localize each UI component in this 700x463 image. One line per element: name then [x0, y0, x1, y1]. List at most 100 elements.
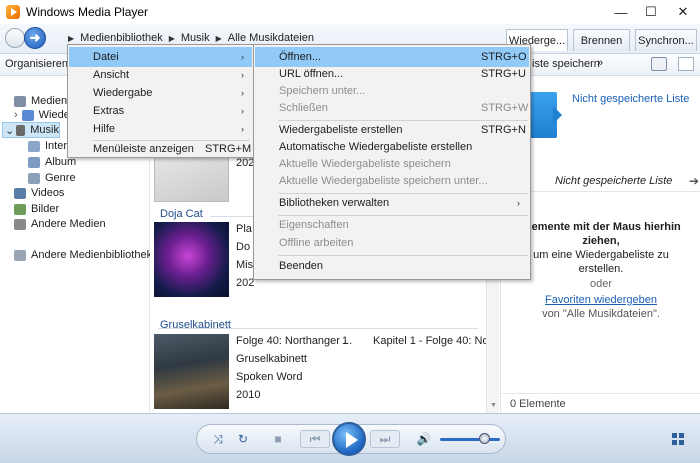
album-cover[interactable] [154, 222, 229, 297]
switch-to-now-playing-icon[interactable] [672, 433, 684, 445]
menu-item-view[interactable]: Ansicht › [69, 65, 252, 85]
breadcrumb-separator-icon: ▶ [68, 33, 75, 43]
album-year: 2010 [236, 389, 261, 401]
submenu-arrow-icon: › [241, 52, 244, 62]
track-number[interactable]: 1 [342, 335, 348, 347]
menu-item-label: Bibliotheken verwalten [279, 197, 390, 209]
breadcrumb-item[interactable]: Medienbibliothek [80, 32, 163, 44]
tree-collapsed-icon[interactable]: › [14, 109, 18, 121]
menu-item-file[interactable]: Datei › [69, 47, 252, 67]
right-arrow-icon[interactable]: ➔ [689, 174, 699, 188]
menu-item-shortcut: STRG+O [481, 51, 527, 63]
menu-item-label: Hilfe [93, 123, 116, 135]
breadcrumb-item[interactable]: Alle Musikdateien [228, 32, 314, 44]
sidebar-item-music[interactable]: ⌄ Musik [2, 122, 60, 138]
group-title: Gruselkabinett [160, 319, 231, 331]
play-favorites-link[interactable]: Favoriten wiedergeben [501, 294, 700, 306]
genre-icon [28, 172, 40, 184]
sidebar-item-videos[interactable]: Videos [14, 185, 64, 201]
album-genre: Mis [236, 259, 254, 271]
album-title: Folge 40: Northanger ... [236, 335, 353, 347]
play-button[interactable] [332, 422, 366, 456]
tab-sync[interactable]: Synchron... [635, 29, 697, 51]
tab-burn[interactable]: Brennen [573, 29, 630, 51]
playback-controls: ⤨ ↻ ■ ⏮ ⏭ 🔊 [0, 413, 700, 463]
volume-slider[interactable] [440, 438, 500, 441]
file-submenu: Öffnen... STRG+O URL öffnen... STRG+U Sp… [253, 44, 531, 280]
menu-item-label: Öffnen... [279, 51, 321, 63]
sidebar-item-label: Bilder [31, 203, 60, 215]
menu-item-label: Extras [93, 105, 125, 117]
menu-item-manage-libraries[interactable]: Bibliotheken verwalten › [255, 193, 529, 213]
menu-item-label: Automatische Wiedergabeliste erstellen [279, 141, 473, 153]
track-title[interactable]: Kapitel 1 - Folge 40: Nor... [373, 335, 486, 347]
organize-button[interactable]: Organisieren [5, 58, 68, 70]
forward-button[interactable]: ➜ [24, 27, 46, 49]
sidebar-item-label: Genre [45, 172, 76, 184]
more-chevron-icon[interactable]: » [597, 57, 603, 69]
submenu-arrow-icon: › [241, 70, 244, 80]
favorites-source: von "Alle Musikdateien". [542, 308, 660, 320]
scroll-down-icon[interactable]: ▼ [490, 402, 497, 409]
sidebar-item-label: Videos [31, 187, 65, 199]
save-list-button[interactable]: iste speichern [532, 58, 600, 70]
menu-item-close[interactable]: Schließen STRG+W [255, 98, 529, 118]
album-year: 202 [236, 277, 255, 289]
menu-item-save-playlist-as[interactable]: Aktuelle Wiedergabeliste speichern unter… [255, 171, 529, 191]
sidebar-item-label: Andere Medien [31, 218, 106, 230]
menu-item-shortcut: STRG+W [481, 102, 529, 114]
menu-item-properties[interactable]: Eigenschaften [255, 215, 529, 235]
breadcrumb-item[interactable]: Musik [181, 32, 210, 44]
menu-item-label: Aktuelle Wiedergabeliste speichern unter… [279, 175, 488, 187]
picture-icon [14, 203, 26, 215]
menu-item-help[interactable]: Hilfe › [69, 119, 252, 139]
minimize-button[interactable]: — [604, 0, 638, 24]
group-title: Doja Cat [160, 208, 203, 220]
menu-item-label: Beenden [279, 260, 324, 272]
close-button[interactable]: ✕ [666, 0, 700, 24]
list-options-icon[interactable] [651, 57, 667, 71]
sidebar-item-genre[interactable]: Genre [28, 170, 76, 186]
forward-arrow-icon: ➜ [29, 30, 41, 45]
menu-item-label: Speichern unter... [279, 85, 366, 97]
back-button[interactable] [5, 28, 25, 48]
submenu-arrow-icon: › [241, 124, 244, 134]
breadcrumb-separator-icon: ▶ [215, 33, 222, 43]
next-icon[interactable]: ⏭ [370, 430, 400, 448]
previous-icon[interactable]: ⏮ [300, 430, 330, 448]
video-icon [14, 187, 26, 199]
sidebar-item-label: Musik [30, 124, 59, 136]
sidebar-item-other-libraries[interactable]: Andere Medienbibliotheken [14, 247, 164, 263]
main-menu: Datei › Ansicht › Wiedergabe › Extras › … [67, 44, 254, 158]
shuffle-icon[interactable]: ⤨ [209, 431, 227, 447]
album-artist: Do [236, 241, 251, 253]
menu-item-label: Ansicht [93, 69, 130, 81]
menu-item-label: Eigenschaften [279, 219, 349, 231]
menu-item-exit[interactable]: Beenden [255, 256, 529, 276]
menu-item-playback[interactable]: Wiedergabe › [69, 83, 252, 103]
menu-item-tools[interactable]: Extras › [69, 101, 252, 121]
music-note-icon [16, 124, 26, 136]
list-header-title: Nicht gespeicherte Liste [555, 175, 673, 187]
menu-item-label: Aktuelle Wiedergabeliste speichern [279, 158, 451, 170]
title-bar: Windows Media Player — ☐ ✕ [0, 0, 700, 24]
menu-item-show-menubar[interactable]: Menüleiste anzeigen STRG+M [69, 139, 252, 159]
menu-item-label: Wiedergabeliste erstellen [279, 124, 403, 136]
unsaved-list-title[interactable]: Nicht gespeicherte Liste [572, 93, 689, 105]
stop-icon[interactable]: ■ [270, 431, 286, 447]
menu-item-shortcut: STRG+U [481, 68, 526, 80]
album-icon [28, 156, 40, 168]
item-count: 0 Elemente [510, 398, 566, 410]
sidebar-item-other-media[interactable]: Andere Medien [14, 216, 106, 232]
menu-item-label: Datei [93, 51, 119, 63]
album-cover[interactable] [154, 334, 229, 409]
volume-icon[interactable]: 🔊 [416, 431, 432, 447]
menu-item-shortcut: STRG+N [481, 124, 526, 136]
menu-item-work-offline[interactable]: Offline arbeiten [255, 233, 529, 253]
sidebar-item-pictures[interactable]: Bilder [14, 201, 59, 217]
search-box[interactable] [678, 57, 694, 71]
maximize-button[interactable]: ☐ [634, 0, 668, 24]
volume-slider-thumb[interactable] [479, 433, 490, 444]
tree-expanded-icon[interactable]: ⌄ [5, 124, 14, 137]
repeat-icon[interactable]: ↻ [234, 431, 252, 447]
